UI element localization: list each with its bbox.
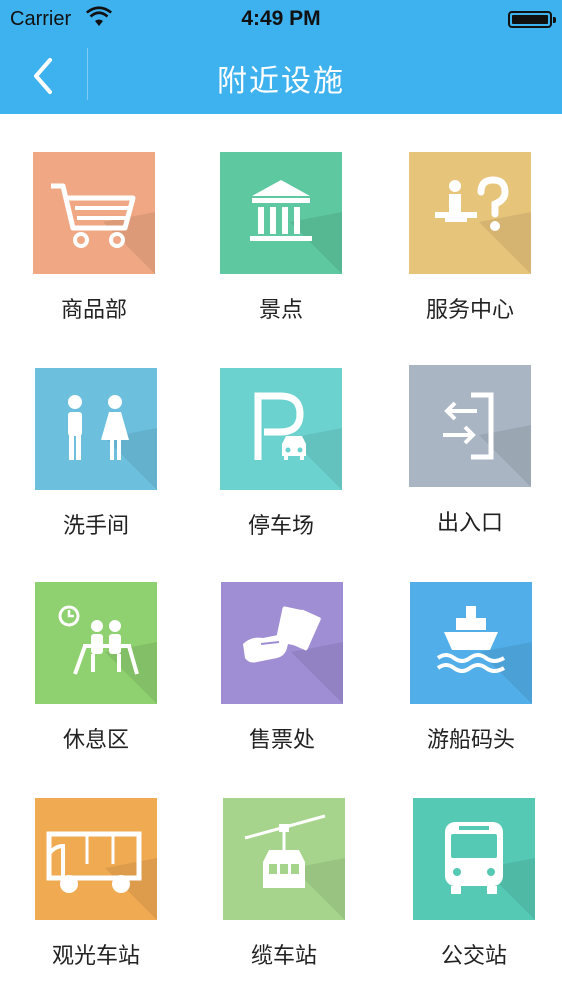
facility-tile (35, 368, 157, 490)
facility-tile (410, 582, 532, 704)
facility-item-entrance[interactable]: 出入口 (385, 365, 555, 565)
tour-bus-icon (35, 798, 157, 920)
landmark-icon (220, 152, 342, 274)
facility-label: 游船码头 (426, 728, 515, 753)
facility-label: 服务中心 (425, 298, 514, 323)
service-help-icon (409, 152, 531, 274)
facility-tile (223, 798, 345, 920)
entrance-exit-icon (409, 365, 531, 487)
facility-tile (413, 798, 535, 920)
clock: 4:49 PM (241, 7, 321, 30)
facility-tile (221, 582, 343, 704)
facility-label: 洗手间 (62, 514, 129, 539)
facility-item-service-center[interactable]: 服务中心 (385, 152, 555, 352)
rest-area-icon (35, 582, 157, 704)
facility-label: 公交站 (440, 944, 507, 969)
facility-item-cable-car[interactable]: 缆车站 (199, 798, 369, 998)
parking-icon (220, 368, 342, 490)
status-bar: Carrier 4:49 PM (0, 0, 562, 40)
facility-item-parking[interactable]: 停车场 (196, 368, 366, 568)
facility-tile (409, 152, 531, 274)
facility-label: 观光车站 (51, 944, 140, 969)
facility-item-attraction[interactable]: 景点 (196, 152, 366, 352)
facility-tile (220, 368, 342, 490)
facility-label: 休息区 (62, 728, 129, 753)
facility-item-shop[interactable]: 商品部 (9, 152, 179, 352)
cable-car-icon (223, 798, 345, 920)
battery-icon (508, 11, 556, 28)
facility-label: 停车场 (247, 514, 314, 539)
facility-item-ticket-office[interactable]: 售票处 (197, 582, 367, 782)
shopping-cart-icon (33, 152, 155, 274)
facility-item-tour-bus-station[interactable]: 观光车站 (11, 798, 181, 998)
facility-item-pier[interactable]: 游船码头 (386, 582, 556, 782)
facility-label: 售票处 (248, 728, 315, 753)
facility-tile (220, 152, 342, 274)
facility-tile (409, 365, 531, 487)
header: Carrier 4:49 PM 附近设施 (0, 0, 562, 114)
ship-icon (410, 582, 532, 704)
facility-item-rest-area[interactable]: 休息区 (11, 582, 181, 782)
page-title: 附近设施 (217, 64, 345, 99)
facility-tile (35, 798, 157, 920)
facility-label: 商品部 (60, 298, 127, 323)
facility-tile (33, 152, 155, 274)
facility-label: 出入口 (436, 511, 503, 536)
facility-label: 缆车站 (250, 944, 317, 969)
restroom-icon (35, 368, 157, 490)
bus-icon (413, 798, 535, 920)
facility-item-bus-stop[interactable]: 公交站 (389, 798, 559, 998)
facility-tile (35, 582, 157, 704)
ticket-icon (221, 582, 343, 704)
facility-item-restroom[interactable]: 洗手间 (11, 368, 181, 568)
facility-label: 景点 (258, 298, 303, 323)
